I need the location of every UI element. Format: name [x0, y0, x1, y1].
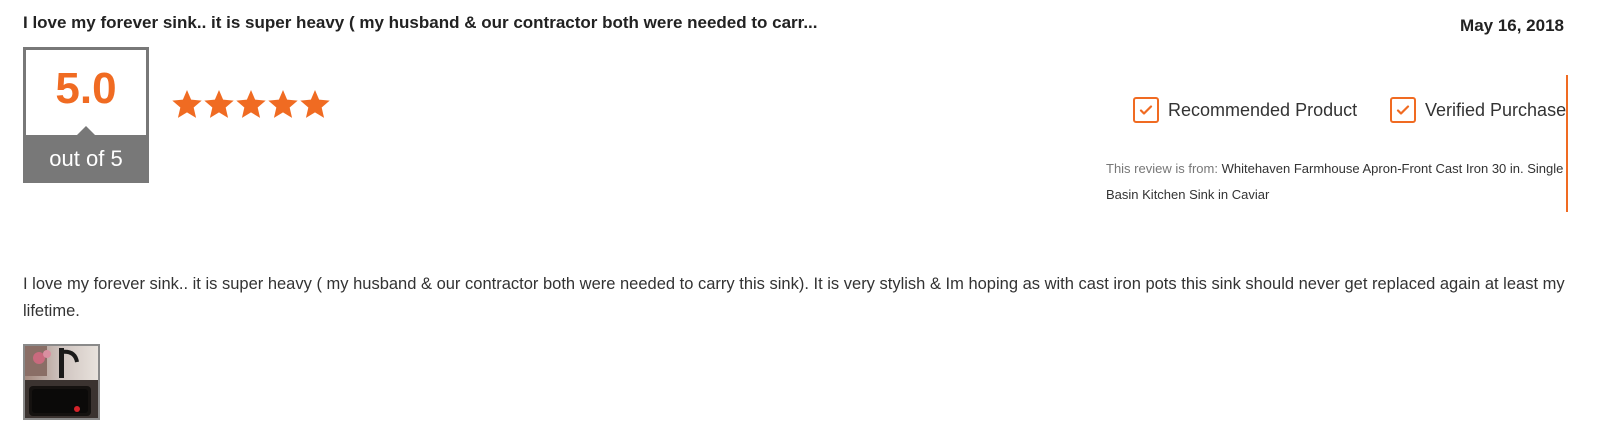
star-icon [204, 90, 234, 118]
check-icon [1133, 97, 1159, 123]
review-date: May 16, 2018 [1460, 16, 1564, 35]
star-icon [268, 90, 298, 118]
review-photo-thumbnail[interactable] [23, 344, 100, 420]
star-rating [171, 88, 331, 120]
review-source-label: This review is from: [1106, 161, 1218, 176]
score-notch [77, 126, 95, 135]
sink-photo-image [25, 346, 98, 418]
review-card: I love my forever sink.. it is super hea… [0, 0, 1600, 446]
review-source: This review is from: Whitehaven Farmhous… [1106, 156, 1566, 208]
rating-value: 5.0 [55, 64, 117, 113]
recommended-product-label: Recommended Product [1168, 99, 1358, 120]
star-icon [300, 90, 330, 118]
review-title: I love my forever sink.. it is super hea… [23, 13, 818, 32]
check-icon [1390, 97, 1416, 123]
accent-divider [1566, 75, 1568, 212]
star-icon [236, 90, 266, 118]
rating-out-of: out of 5 [26, 135, 146, 180]
star-icon [172, 90, 202, 118]
verified-purchase-label: Verified Purchase [1425, 99, 1567, 120]
rating-score-box: 5.0 out of 5 [23, 47, 149, 183]
verified-purchase-badge: Verified Purchase [1390, 97, 1566, 123]
review-body: I love my forever sink.. it is super hea… [23, 275, 1565, 320]
recommended-product-badge: Recommended Product [1133, 97, 1357, 123]
